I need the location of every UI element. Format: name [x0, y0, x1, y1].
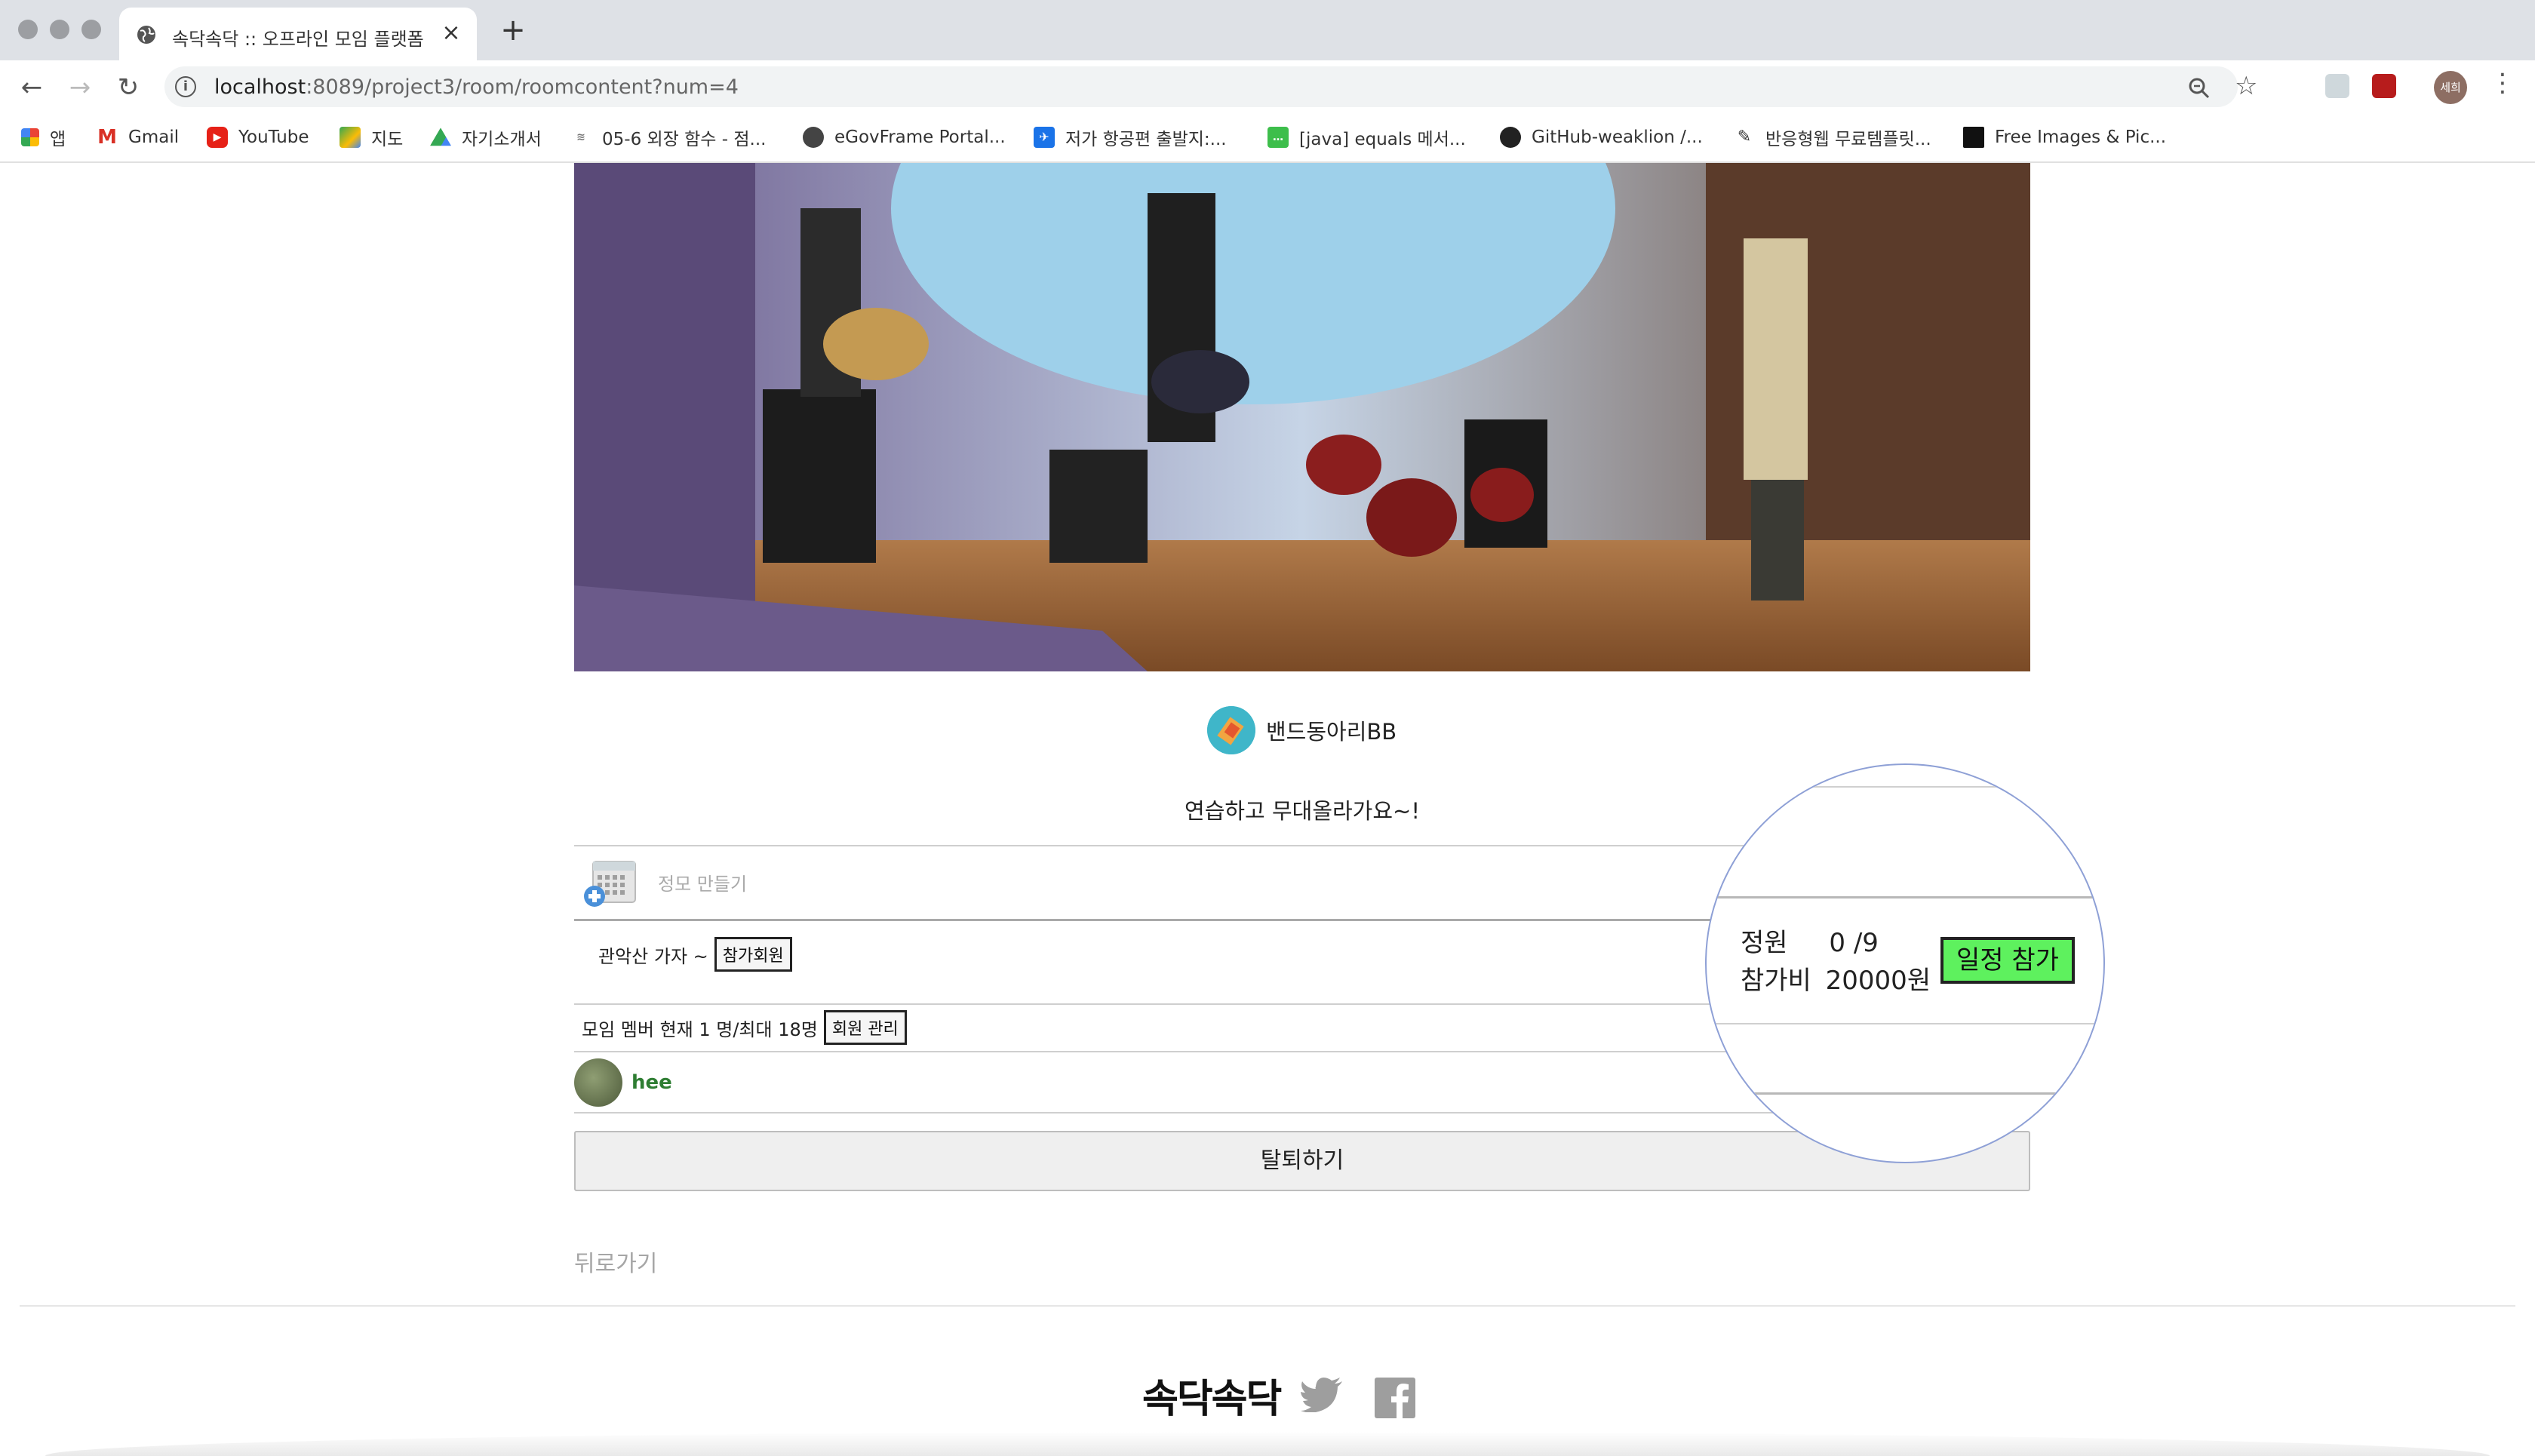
zoom-magnifier-overlay: 정원 0 /9 참가비 20000원 일정 참가 [1705, 763, 2105, 1163]
window-minimize-dot[interactable] [50, 20, 69, 39]
event-title: 관악산 가자 ~ [598, 945, 708, 967]
pen-icon: ✎ [1734, 127, 1755, 148]
calendar-add-icon [584, 861, 636, 907]
footer-divider [20, 1305, 2515, 1307]
join-event-button[interactable]: 일정 참가 [1940, 937, 2075, 984]
facebook-icon[interactable] [1375, 1378, 1415, 1418]
avatar [574, 1058, 622, 1107]
forward-arrow-icon[interactable]: → [63, 71, 97, 104]
cast-extension-icon[interactable] [2325, 74, 2349, 98]
browser-toolbar: ← → ↻ i localhost:8089/project3/room/roo… [0, 60, 2535, 113]
divider [1707, 786, 2103, 788]
bookmark-item[interactable]: Free Images & Pic... [1963, 124, 2166, 151]
club-name: 밴드동아리BB [1266, 719, 1397, 745]
new-tab-icon[interactable]: + [498, 15, 528, 45]
url-text[interactable]: localhost:8089/project3/room/roomcontent… [214, 75, 739, 99]
divider [1707, 896, 2103, 898]
browser-tab-strip: 속닥속닥 :: 오프라인 모임 플랫폼 × + [0, 0, 2535, 60]
back-link[interactable]: 뒤로가기 [574, 1245, 657, 1278]
bookmark-item[interactable]: ≋ 05-6 외장 함수 - 점... [570, 124, 766, 151]
fee-info: 참가비 20000원 [1741, 960, 1931, 997]
bookmark-item[interactable]: 자기소개서 [430, 124, 542, 151]
wikidocs-icon: ≋ [570, 127, 592, 148]
bookmark-item[interactable]: 지도 [340, 124, 403, 151]
participants-button[interactable]: 참가회원 [714, 937, 792, 972]
bookmark-item[interactable]: ✎ 반응형웹 무료템플릿... [1734, 124, 1931, 151]
window-zoom-dot[interactable] [81, 20, 101, 39]
bookmarks-bar: 앱 M Gmail ▶ YouTube 지도 자기소개서 ≋ 05-6 외장 함… [0, 113, 2535, 163]
manage-members-button[interactable]: 회원 관리 [823, 1010, 907, 1045]
fee-label: 참가비 [1741, 966, 1811, 996]
globe-icon [803, 127, 824, 148]
bookmark-item[interactable]: M Gmail [97, 124, 179, 151]
youtube-icon: ▶ [207, 127, 228, 148]
globe-icon [137, 26, 155, 44]
member-name[interactable]: hee [631, 1071, 672, 1094]
reload-icon[interactable]: ↻ [112, 71, 145, 104]
create-meetup-label: 정모 만들기 [658, 874, 748, 895]
maps-icon [340, 127, 361, 148]
browser-menu-icon[interactable]: ⋮ [2490, 68, 2515, 98]
bookmark-star-icon[interactable]: ☆ [2235, 71, 2257, 101]
bookmark-item[interactable]: eGovFrame Portal... [803, 124, 1006, 151]
capacity-label: 정원 [1741, 928, 1788, 958]
close-tab-icon[interactable]: × [438, 20, 465, 47]
browser-tab-active[interactable]: 속닥속닥 :: 오프라인 모임 플랫폼 × [119, 8, 477, 60]
profile-avatar[interactable]: 세희 [2434, 71, 2467, 104]
bookmark-item[interactable]: 앱 [21, 124, 66, 151]
bookmark-item[interactable]: … [java] equals 메서... [1268, 124, 1466, 151]
bookmark-item[interactable]: ▶ YouTube [207, 124, 309, 151]
bottom-shadow [45, 1432, 2490, 1456]
chat-icon: … [1268, 127, 1289, 148]
ublock-shield-icon[interactable] [2372, 74, 2396, 98]
bookmark-item[interactable]: GitHub-weaklion /... [1500, 124, 1703, 151]
address-bar[interactable]: i localhost:8089/project3/room/roomconte… [164, 66, 2257, 107]
unsplash-icon [1963, 127, 1984, 148]
divider [1707, 1023, 2103, 1024]
club-description: 연습하고 무대올라가요~! [1185, 798, 1420, 824]
club-cover-photo [574, 163, 2030, 671]
capacity-value: 0 /9 [1829, 928, 1879, 958]
tab-title: 속닥속닥 :: 오프라인 모임 플랫폼 [172, 29, 424, 50]
divider [1707, 1092, 2103, 1095]
apps-grid-icon [21, 128, 39, 146]
github-icon [1500, 127, 1521, 148]
site-info-icon[interactable]: i [175, 76, 196, 97]
gmail-icon: M [97, 126, 118, 149]
club-logo-icon [1207, 706, 1255, 754]
back-arrow-icon[interactable]: ← [15, 71, 48, 104]
flight-icon: ✈ [1034, 127, 1055, 148]
club-header: 밴드동아리BB [1207, 706, 1397, 754]
members-summary: 모임 멤버 현재 1 명/최대 18명 [582, 1018, 818, 1040]
fee-value: 20000원 [1825, 966, 1931, 996]
footer-logo: 속닥속닥 [1142, 1376, 1282, 1422]
capacity-info: 정원 0 /9 [1741, 922, 1879, 959]
window-close-dot[interactable] [18, 20, 38, 39]
bookmark-item[interactable]: ✈ 저가 항공편 출발지:... [1034, 124, 1227, 151]
twitter-icon[interactable] [1301, 1378, 1343, 1412]
zoom-icon[interactable] [2188, 77, 2211, 100]
club-avatar [1207, 706, 1255, 754]
drive-icon [430, 127, 451, 146]
